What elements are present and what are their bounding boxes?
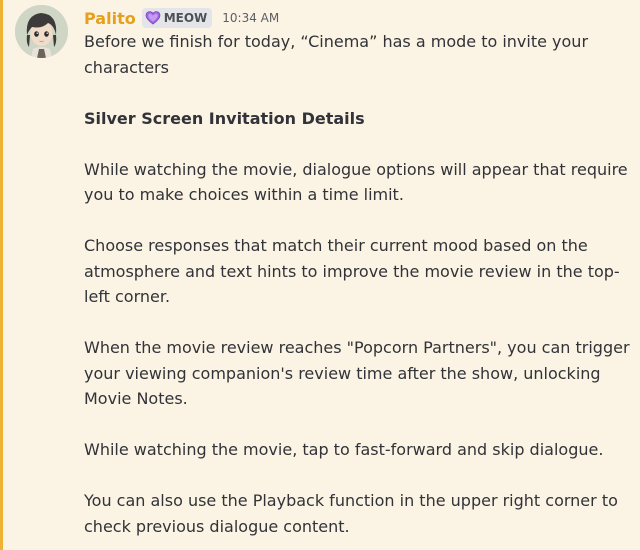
timestamp: 10:34 AM (222, 11, 280, 25)
message-paragraph: While watching the movie, tap to fast-fo… (84, 440, 604, 459)
message-content: Before we finish for today, “Cinema” has… (84, 29, 632, 539)
message-heading-text: Silver Screen Invitation Details (84, 108, 365, 128)
message-paragraph: You can also use the Playback function i… (84, 491, 618, 536)
message-paragraph: When the movie review reaches "Popcorn P… (84, 338, 630, 408)
role-badge[interactable]: MEOW (141, 8, 213, 28)
role-badge-label: MEOW (163, 11, 208, 25)
author-name[interactable]: Palito (84, 9, 136, 28)
message-paragraph: While watching the movie, dialogue optio… (84, 159, 628, 205)
message-header: Palito MEOW 10:34 AM (84, 6, 279, 30)
avatar[interactable] (15, 5, 68, 58)
message-paragraph: Before we finish for today, “Cinema” has… (84, 32, 589, 77)
message-paragraph: Choose responses that match their curren… (84, 236, 620, 306)
message-heading: Silver Screen Invitation Details (84, 106, 632, 132)
purple-heart-icon (145, 10, 161, 26)
chat-message: Palito MEOW 10:34 AM Before we finish fo… (0, 0, 640, 550)
